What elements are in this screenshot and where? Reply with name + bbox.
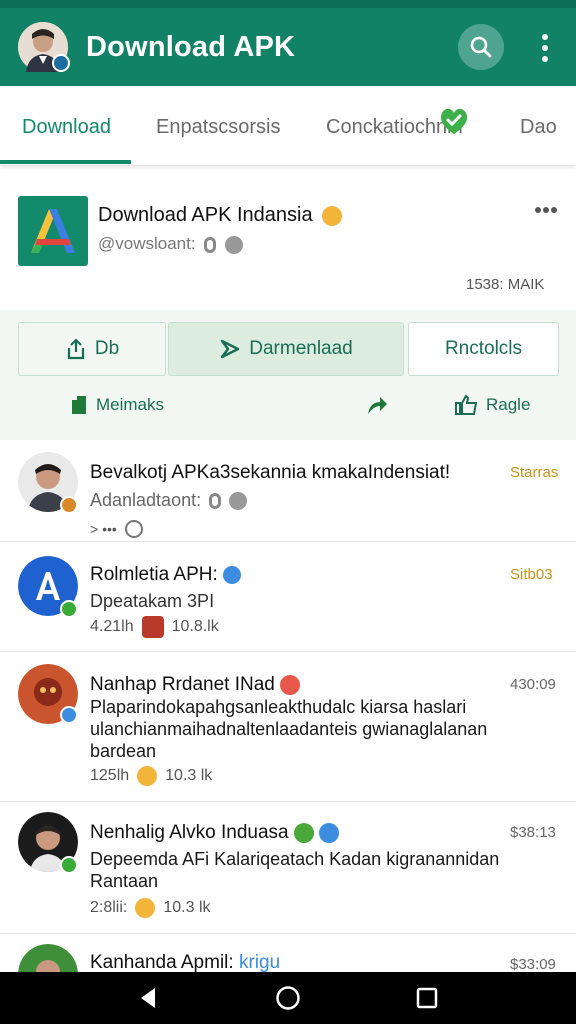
recents-icon[interactable] xyxy=(415,986,439,1010)
share-button[interactable]: Db xyxy=(18,322,166,376)
badge-icon xyxy=(60,856,78,874)
action-panel: Db Darmenlaad Rnctolcls Meimaks Ragle xyxy=(0,310,576,440)
feed-time: $33:09 xyxy=(510,956,556,972)
tab-fourth[interactable]: Dao xyxy=(520,116,557,139)
forward-action[interactable] xyxy=(366,394,388,416)
verified-badge-icon xyxy=(52,54,70,72)
like-count: 125lh xyxy=(90,767,130,784)
view-count: 10.8.lk xyxy=(171,618,219,635)
verified-icon xyxy=(223,565,242,584)
shield-icon xyxy=(229,491,248,510)
page-title: Download APK xyxy=(86,30,296,63)
mic-icon xyxy=(209,492,222,509)
tab-bar: Download Enpatscsorsis Conckatiochnin Da… xyxy=(0,86,576,166)
home-icon[interactable] xyxy=(275,985,301,1011)
emoji-icon xyxy=(135,898,156,918)
feed-item[interactable]: Rolmletia APH: Sitb03 Dpeatakam 3PI 4.21… xyxy=(0,542,576,652)
forward-arrow-icon xyxy=(368,397,387,414)
mic-badge-icon xyxy=(293,822,314,843)
view-count: 10.3 lk xyxy=(163,899,211,916)
emoji-icon xyxy=(322,205,343,226)
feed-item[interactable]: Kanhanda Apmil: krigu $33:09 xyxy=(0,934,576,972)
app-title: Download APK Indansia xyxy=(98,204,343,227)
feed-item[interactable]: Bevalkotj APKa3sekannia kmakaIndensiat! … xyxy=(0,440,576,542)
view-count: 10.3 lk xyxy=(165,767,213,784)
rate-action[interactable]: Ragle xyxy=(454,394,530,416)
emoji-icon xyxy=(280,674,301,695)
verified-icon xyxy=(319,822,340,843)
like-count: 2:8lii: xyxy=(90,899,128,916)
mic-icon xyxy=(204,236,217,253)
tab-second[interactable]: Enpatscsorsis xyxy=(156,116,281,139)
emoji-icon xyxy=(137,766,158,786)
app-handle: @vowsloant: xyxy=(98,234,244,254)
thumbs-up-icon xyxy=(455,394,478,415)
app-logo-icon xyxy=(31,209,75,253)
feed-time: $38:13 xyxy=(510,824,556,841)
share-icon xyxy=(67,338,84,360)
feed-stats: 125lh 10.3 lk xyxy=(90,766,212,786)
badge-icon xyxy=(60,496,78,514)
status-bar xyxy=(0,0,576,8)
feed-author: Bevalkotj APKa3sekannia kmakaIndensiat! xyxy=(90,462,451,483)
feed-author: Kanhanda Apmil: krigu xyxy=(90,952,281,972)
active-tab-indicator xyxy=(0,160,131,164)
tab-download[interactable]: Download xyxy=(22,116,111,139)
details-button[interactable]: Rnctolcls xyxy=(408,322,559,376)
feed-text: Dpeatakam 3PI xyxy=(90,591,215,611)
character-icon xyxy=(141,616,164,638)
more-vert-icon xyxy=(542,34,548,40)
bookmark-icon xyxy=(72,396,86,414)
download-button[interactable]: Darmenlaad xyxy=(168,322,404,376)
feed-meta: > ••• xyxy=(90,520,143,538)
like-count: 4.21lh xyxy=(90,618,134,635)
feed-time: 430:09 xyxy=(510,676,556,693)
system-nav-bar xyxy=(0,972,576,1024)
feed-author: Rolmletia APH: xyxy=(90,564,242,586)
back-icon[interactable] xyxy=(137,986,161,1010)
emoji-icon xyxy=(124,520,143,538)
feed-time: Starras xyxy=(510,464,559,481)
send-icon xyxy=(221,339,240,359)
feed-item[interactable]: Nanhap Rrdanet INad 430:09 Plaparindokap… xyxy=(0,652,576,802)
heart-check-icon xyxy=(440,108,468,134)
shield-icon xyxy=(225,235,244,254)
app-bar: Download APK xyxy=(0,8,576,86)
search-icon xyxy=(470,36,492,58)
download-count: 1538: MAIK xyxy=(466,276,545,293)
user-avatar xyxy=(18,944,78,972)
badge-icon xyxy=(60,600,78,618)
profile-avatar[interactable] xyxy=(18,22,70,72)
feed-text: Depeemda AFi Kalariqeatach Kadan kigrana… xyxy=(90,849,500,891)
search-button[interactable] xyxy=(458,24,504,70)
overflow-menu-button[interactable] xyxy=(528,28,562,68)
feed-text: Plaparindokapahgsanleakthudalc kiarsa ha… xyxy=(90,697,488,761)
feed-author: Nanhap Rrdanet INad xyxy=(90,674,301,696)
app-logo[interactable] xyxy=(18,196,88,266)
feed-item[interactable]: Nenhalig Alvko Induasa $38:13 Depeemda A… xyxy=(0,802,576,934)
badge-icon xyxy=(60,706,78,724)
more-horiz-icon[interactable] xyxy=(534,206,558,214)
feed-time: Sitb03 xyxy=(510,566,553,583)
feed-subtext: Adanladtaont: xyxy=(90,490,248,511)
feed-stats: 2:8lii: 10.3 lk xyxy=(90,898,211,918)
feed-author: Nenhalig Alvko Induasa xyxy=(90,822,340,844)
bookmark-action[interactable]: Meimaks xyxy=(68,394,164,416)
feed-stats: 4.21lh 10.8.lk xyxy=(90,616,219,638)
